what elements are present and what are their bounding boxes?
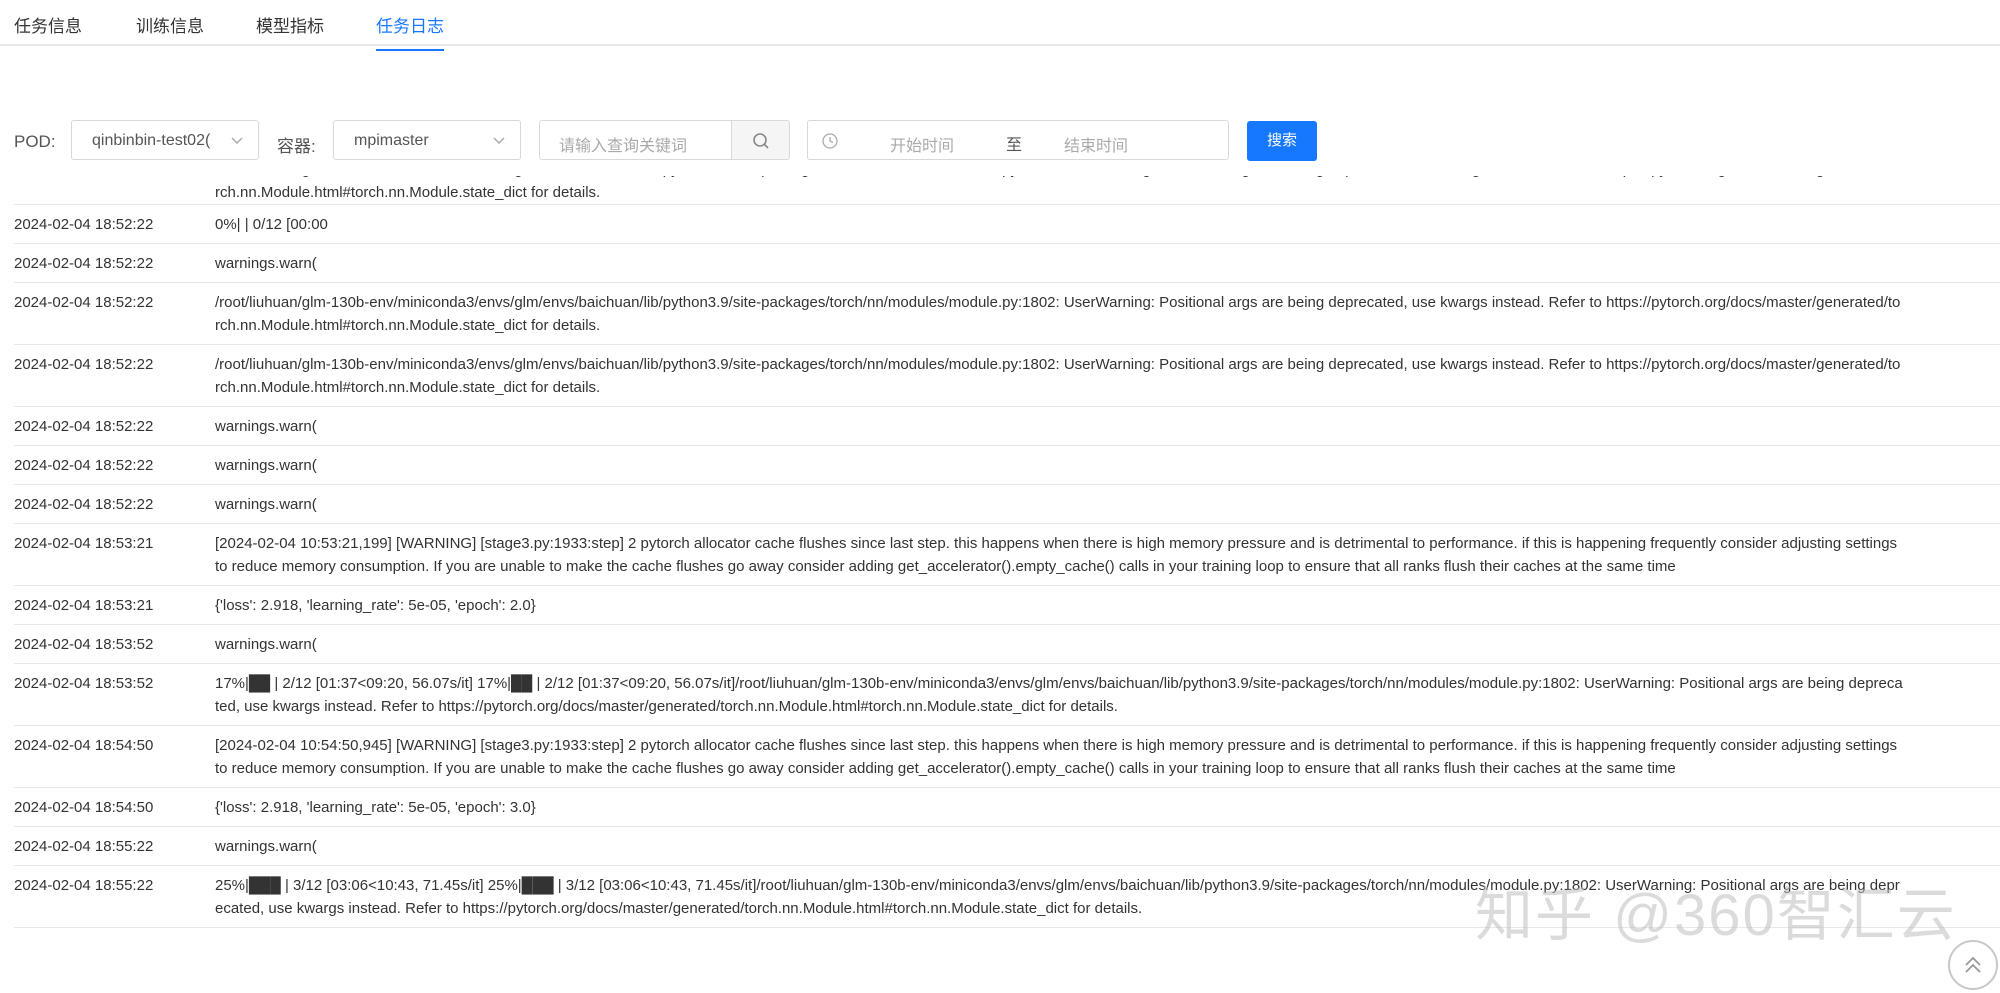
time-range-picker[interactable]: 开始时间 至 结束时间 [807, 120, 1229, 160]
log-message: warnings.warn( [215, 255, 317, 272]
filter-bar: POD: qinbinbin-test02( 容器: mpimaster 请输入… [0, 120, 2000, 162]
log-time: 2024-02-04 18:55:22 [14, 838, 154, 855]
log-message: 17%|██ | 2/12 [01:37<09:20, 56.07s/it] 1… [215, 675, 1903, 715]
log-row: 2024-02-04 18:53:21 {'loss': 2.918, 'lear… [14, 586, 2000, 625]
log-row: 2024-02-04 18:52:22/root/liuhuan/glm-130… [14, 345, 2000, 407]
log-row: 2024-02-04 18:54:50 [2024-02-04 10:54:50,… [14, 726, 2000, 788]
chevron-down-icon [493, 137, 505, 145]
log-time: 2024-02-04 18:53:21 [14, 597, 154, 614]
log-time: 2024-02-04 18:52:22 [14, 255, 154, 272]
log-message: warnings.warn( [215, 838, 317, 855]
log-time: 2024-02-04 18:52:22 [14, 294, 154, 311]
log-message: /root/liuhuan/glm-130b-env/miniconda3/en… [215, 294, 1901, 334]
search-icon [753, 133, 769, 149]
log-message: 0%| | 0/12 [00:00 [215, 216, 328, 233]
pod-select-value: qinbinbin-test02( [92, 132, 211, 149]
log-message: /root/liuhuan/glm-130b-env/miniconda3/en… [215, 356, 1901, 396]
back-to-top-icon [1965, 956, 1981, 973]
keyword-search-button[interactable] [732, 120, 790, 160]
log-row: 2024-02-04 18:52:22 warnings.warn( [14, 407, 2000, 446]
log-time: 2024-02-04 18:54:50 [14, 737, 154, 754]
log-time: 2024-02-04 18:55:22 [14, 877, 154, 894]
log-time: 2024-02-04 18:53:52 [14, 675, 154, 692]
log-message: warnings.warn( [215, 496, 317, 513]
log-row: 2024-02-04 18:53:52 17%|██ | 2/12 [01:37<… [14, 664, 2000, 726]
pod-select[interactable]: qinbinbin-test02( [71, 120, 259, 160]
back-to-top-button[interactable] [1948, 940, 1998, 990]
end-time-input[interactable]: 结束时间 [1064, 132, 1128, 156]
tab-model-metrics[interactable]: 模型指标 [256, 12, 324, 49]
log-time: 2024-02-04 18:52:22 [14, 356, 154, 373]
clock-icon [822, 133, 838, 149]
log-time: 2024-02-04 18:53:52 [14, 636, 154, 653]
log-row: 2024-02-04 18:52:22/root/liuhuan/glm-130… [14, 176, 2000, 205]
log-time: 2024-02-04 18:52:22 [14, 418, 154, 435]
container-label: 容器: [277, 137, 316, 156]
log-time: 2024-02-04 18:52:22 [14, 496, 154, 513]
log-row: 2024-02-04 18:55:22 25%|███ | 3/12 [03:06… [14, 866, 2000, 928]
log-message: warnings.warn( [215, 457, 317, 474]
range-separator: 至 [1006, 137, 1023, 154]
log-list: 2024-02-04 18:52:22/root/liuhuan/glm-130… [0, 176, 2000, 982]
log-time: 2024-02-04 18:52:22 [14, 457, 154, 474]
log-message: [2024-02-04 10:53:21,199] [WARNING] [sta… [215, 535, 1898, 575]
tab-task-logs[interactable]: 任务日志 [376, 12, 444, 51]
container-select[interactable]: mpimaster [333, 120, 521, 160]
log-time: 2024-02-04 18:54:50 [14, 799, 154, 816]
start-time-input[interactable]: 开始时间 [890, 132, 954, 156]
log-message: /root/liuhuan/glm-130b-env/miniconda3/en… [215, 176, 1900, 201]
log-row: 2024-02-04 18:55:22 warnings.warn( [14, 827, 2000, 866]
log-row: 2024-02-04 18:52:22 0%| | 0/12 [00:00 [14, 205, 2000, 244]
log-row: 2024-02-04 18:53:21 [2024-02-04 10:53:21,… [14, 524, 2000, 586]
log-row: 2024-02-04 18:52:22 warnings.warn( [14, 485, 2000, 524]
keyword-placeholder: 请输入查询关键词 [559, 138, 688, 155]
tab-training-info[interactable]: 训练信息 [136, 12, 204, 49]
log-message: warnings.warn( [215, 418, 317, 435]
log-message: 25%|███ | 3/12 [03:06<10:43, 71.45s/it] … [215, 877, 1900, 917]
chevron-down-icon [231, 137, 243, 145]
log-row: 2024-02-04 18:52:22/root/liuhuan/glm-130… [14, 283, 2000, 345]
log-message: {'loss': 2.918, 'learning_rate': 5e-05, … [215, 799, 536, 816]
log-row: 2024-02-04 18:52:22 warnings.warn( [14, 446, 2000, 485]
log-message: warnings.warn( [215, 636, 317, 653]
log-row: 2024-02-04 18:53:52 warnings.warn( [14, 625, 2000, 664]
keyword-input[interactable]: 请输入查询关键词 [539, 120, 732, 160]
log-message: {'loss': 2.918, 'learning_rate': 5e-05, … [215, 597, 536, 614]
log-row: 2024-02-04 18:54:50 {'loss': 2.918, 'lear… [14, 788, 2000, 827]
log-time: 2024-02-04 18:52:22 [14, 216, 154, 233]
log-message: [2024-02-04 10:54:50,945] [WARNING] [sta… [215, 737, 1898, 777]
tab-bar: 任务信息 训练信息 模型指标 任务日志 [0, 0, 2000, 51]
tab-task-info[interactable]: 任务信息 [14, 12, 82, 49]
pod-label: POD: [14, 132, 56, 151]
log-time: 2024-02-04 18:52:22 [14, 176, 204, 181]
log-time: 2024-02-04 18:53:21 [14, 535, 154, 552]
search-button[interactable]: 搜索 [1247, 121, 1317, 161]
container-select-value: mpimaster [354, 132, 429, 149]
log-row: 2024-02-04 18:52:22 warnings.warn( [14, 244, 2000, 283]
